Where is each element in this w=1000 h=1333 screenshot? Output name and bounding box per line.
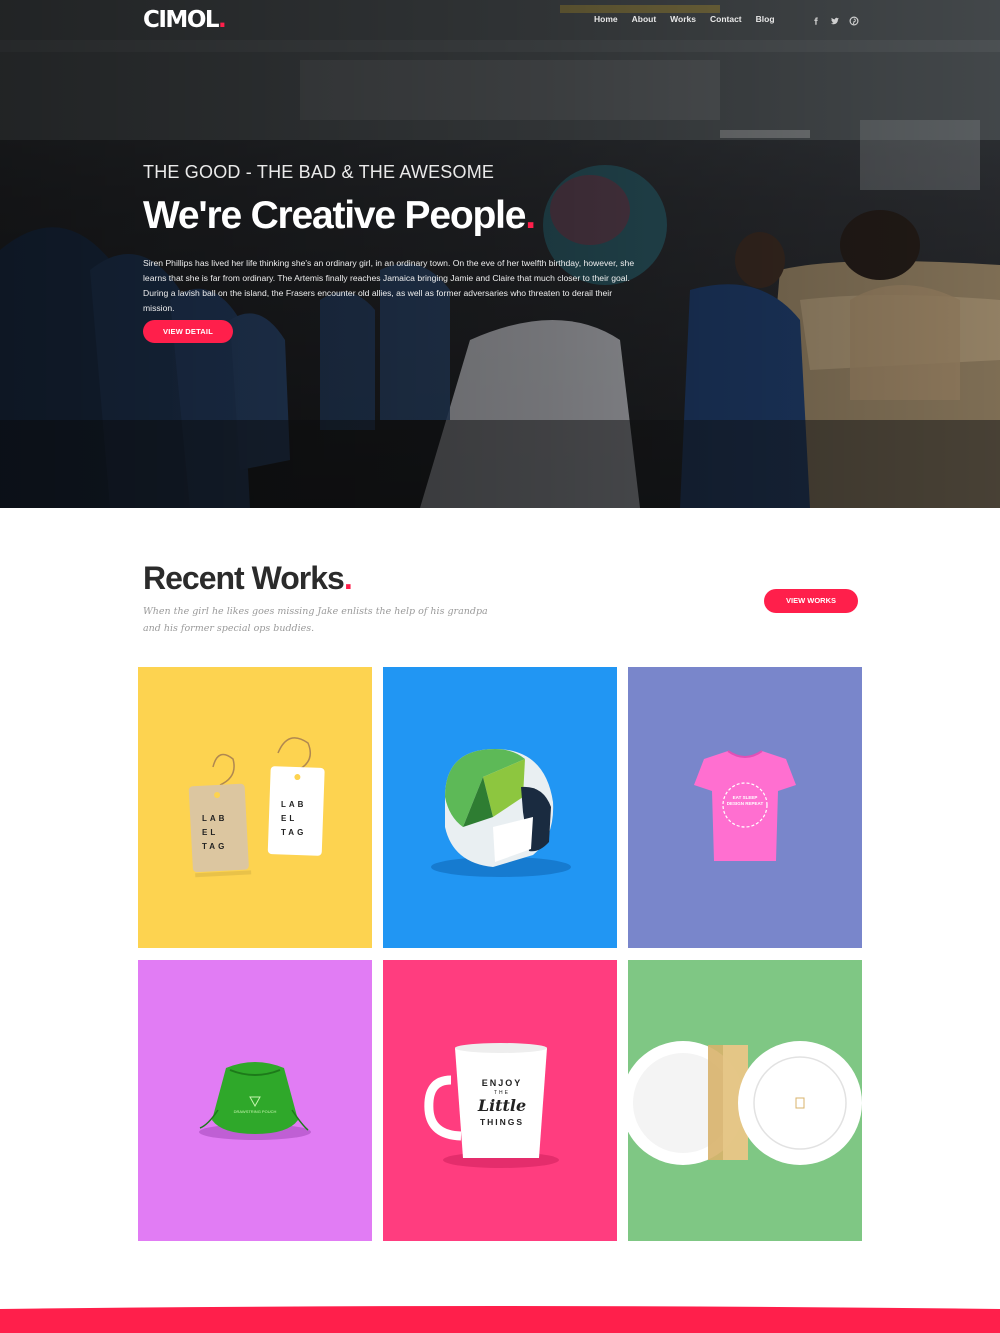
nav-about[interactable]: About [632,14,657,24]
tag-text-left: LAB EL TAG [202,814,228,851]
hero-overlay [0,0,1000,508]
tshirt-print-text: EAT SLEEP DESIGN REPEAT [726,795,764,806]
pinterest-icon[interactable] [849,13,859,26]
hero-description: Siren Phillips has lived her life thinki… [143,258,635,313]
social-links [811,13,859,26]
nav-works[interactable]: Works [670,14,696,24]
work-item-plates[interactable] [628,960,862,1241]
facebook-icon[interactable] [811,13,821,25]
pouch-print-text: DRAWSTRING POUCH [233,1109,277,1114]
brand-logo[interactable]: CIMOL. [143,7,227,33]
hero-kicker: THE GOOD - THE BAD & THE AWESOME [143,162,495,182]
work-item-helmet[interactable] [383,667,617,948]
nav-home[interactable]: Home [594,14,618,24]
twitter-icon[interactable] [830,13,840,25]
footer-accent-band [0,1306,1000,1333]
work-item-mug[interactable]: ENJOY THE Little THINGS [383,960,617,1241]
tag-text-right: LAB EL TAG [281,800,307,837]
work-item-drawstring-pouch[interactable]: DRAWSTRING POUCH [138,960,372,1241]
hero-headline: We're Creative People. [143,194,536,237]
work-item-label-tags[interactable]: LAB EL TAG LAB EL TAG [138,667,372,948]
section-title: Recent Works. [143,560,353,596]
view-detail-button[interactable]: VIEW DETAIL [143,320,233,343]
hero-section: CIMOL. Home About Works Contact Blog THE… [0,0,1000,508]
main-nav: Home About Works Contact Blog [594,14,789,24]
mug-print-enjoy: ENJOY [481,1078,523,1088]
mug-print-things: THINGS [479,1117,525,1127]
view-works-button[interactable]: VIEW WORKS [764,589,858,613]
nav-blog[interactable]: Blog [756,14,775,24]
mug-print-little: Little [477,1096,527,1115]
work-item-tshirt[interactable]: EAT SLEEP DESIGN REPEAT [628,667,862,948]
section-subtitle: When the girl he likes goes missing Jake… [143,606,488,634]
nav-contact[interactable]: Contact [710,14,742,24]
